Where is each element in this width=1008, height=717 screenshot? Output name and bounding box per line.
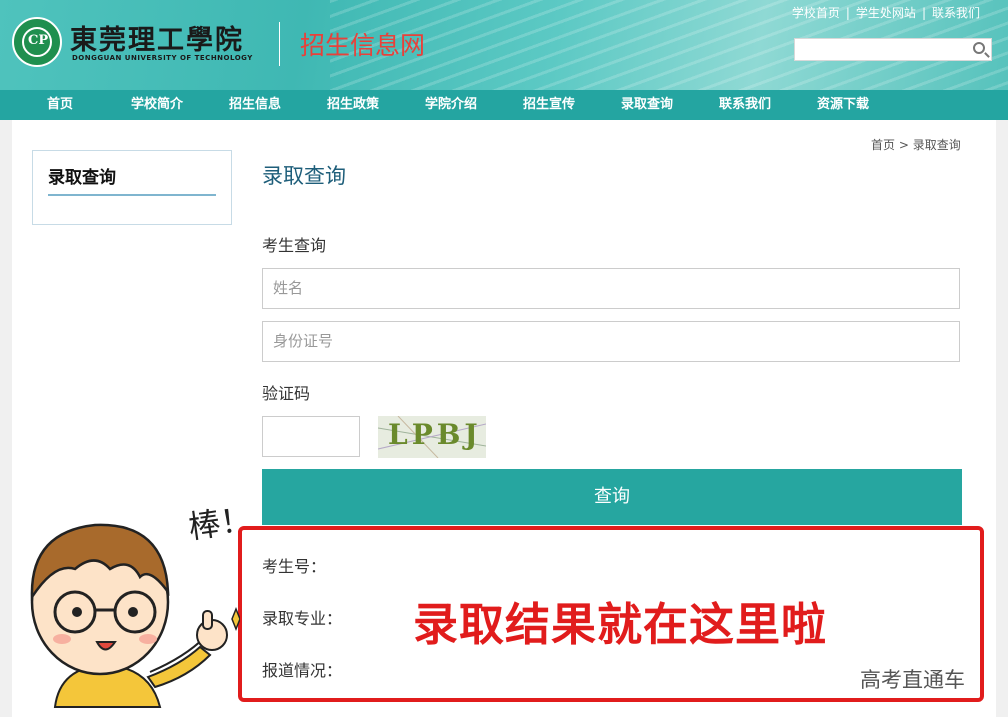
top-link-school-home[interactable]: 学校首页 bbox=[792, 6, 840, 20]
search-input[interactable] bbox=[794, 38, 992, 61]
cartoon-boy-illustration bbox=[30, 523, 240, 708]
logo-inner-ring: CP bbox=[22, 27, 52, 57]
admitted-major-label: 录取专业： bbox=[262, 609, 343, 628]
sidebar-box: 录取查询 bbox=[32, 150, 232, 225]
result-callout: 录取结果就在这里啦 bbox=[413, 598, 828, 651]
page-title: 录取查询 bbox=[262, 164, 346, 188]
breadcrumb-separator: > bbox=[898, 138, 909, 152]
section-label: 考生查询 bbox=[262, 236, 327, 255]
nav-item-contact[interactable]: 联系我们 bbox=[719, 90, 771, 120]
top-links: 学校首页 | 学生处网站 | 联系我们 bbox=[792, 4, 980, 21]
captcha-label: 验证码 bbox=[262, 384, 311, 403]
logo-monogram: CP bbox=[28, 33, 49, 48]
nav-item-promotion[interactable]: 招生宣传 bbox=[523, 90, 575, 120]
student-number-label: 考生号： bbox=[262, 557, 327, 576]
nav-item-about[interactable]: 学校简介 bbox=[131, 90, 183, 120]
top-link-separator: | bbox=[845, 6, 850, 20]
breadcrumb: 首页 > 录取查询 bbox=[871, 136, 961, 153]
school-name-en: DONGGUAN UNIVERSITY OF TECHNOLOGY bbox=[72, 54, 253, 62]
top-link-separator: | bbox=[921, 6, 926, 20]
query-button[interactable]: 查询 bbox=[262, 469, 962, 525]
nav-item-admission-info[interactable]: 招生信息 bbox=[229, 90, 281, 120]
nav-item-home[interactable]: 首页 bbox=[47, 90, 73, 120]
report-status-label: 报道情况： bbox=[262, 661, 343, 680]
top-link-student-office[interactable]: 学生处网站 bbox=[856, 6, 916, 20]
site-header: CP 東莞理工學院 DONGGUAN UNIVERSITY OF TECHNOL… bbox=[0, 0, 1008, 90]
captcha-text: LPBJ bbox=[388, 418, 482, 451]
school-logo[interactable]: CP bbox=[12, 17, 62, 67]
sidebar-item-admission-query[interactable]: 录取查询 bbox=[48, 163, 116, 188]
top-link-contact[interactable]: 联系我们 bbox=[932, 6, 980, 20]
site-title: 招生信息网 bbox=[300, 31, 426, 60]
breadcrumb-home[interactable]: 首页 bbox=[871, 138, 895, 152]
nav-item-admission-query[interactable]: 录取查询 bbox=[621, 90, 673, 120]
nav-item-colleges[interactable]: 学院介绍 bbox=[425, 90, 477, 120]
id-number-field[interactable]: 身份证号 bbox=[262, 321, 960, 362]
watermark: 高考直通车 bbox=[860, 668, 965, 692]
nav-item-policy[interactable]: 招生政策 bbox=[327, 90, 379, 120]
captcha-input[interactable] bbox=[262, 416, 360, 457]
search-icon[interactable] bbox=[973, 42, 985, 54]
school-name-cn: 東莞理工學院 bbox=[70, 25, 244, 56]
header-divider bbox=[279, 22, 280, 66]
name-field[interactable]: 姓名 bbox=[262, 268, 960, 309]
captcha-image[interactable]: LPBJ bbox=[378, 416, 486, 458]
main-nav: 首页 学校简介 招生信息 招生政策 学院介绍 招生宣传 录取查询 联系我们 资源… bbox=[0, 90, 1008, 120]
breadcrumb-current: 录取查询 bbox=[912, 138, 961, 152]
sidebar-underline bbox=[48, 194, 216, 196]
nav-item-downloads[interactable]: 资源下载 bbox=[817, 90, 869, 120]
